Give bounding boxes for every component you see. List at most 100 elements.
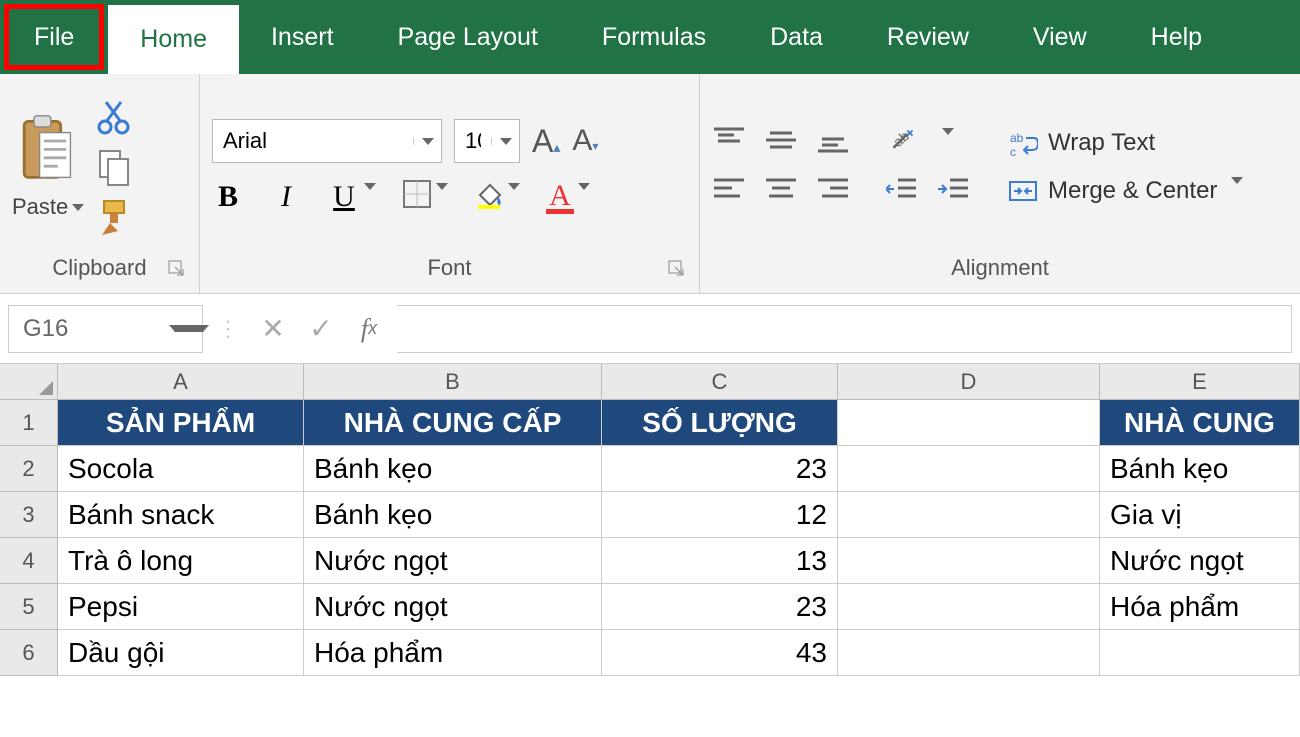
cell[interactable] (838, 400, 1100, 446)
align-right-icon[interactable] (816, 176, 850, 207)
font-name-box[interactable] (212, 119, 442, 163)
orientation-dropdown-icon[interactable] (938, 135, 954, 149)
formula-input[interactable] (397, 305, 1292, 353)
cell[interactable]: SẢN PHẨM (58, 400, 304, 446)
tab-insert[interactable]: Insert (239, 0, 366, 74)
align-top-icon[interactable] (712, 127, 746, 158)
shrink-font-icon[interactable]: A▾ (572, 124, 598, 158)
col-header-C[interactable]: C (602, 364, 838, 399)
col-header-E[interactable]: E (1100, 364, 1300, 399)
cell[interactable]: SỐ LƯỢNG (602, 400, 838, 446)
cell[interactable]: Gia vị (1100, 492, 1300, 538)
paste-button[interactable]: Paste (12, 194, 84, 220)
column-headers: A B C D E (0, 364, 1300, 400)
cut-icon[interactable] (96, 97, 136, 137)
tab-file[interactable]: File (4, 4, 104, 70)
italic-button[interactable]: I (270, 180, 302, 214)
row-header[interactable]: 4 (0, 538, 58, 584)
group-font: A▴ A▾ B I U A Font (200, 74, 700, 293)
tab-review[interactable]: Review (855, 0, 1001, 74)
cell[interactable] (838, 584, 1100, 630)
font-color-button[interactable]: A (546, 179, 590, 214)
tab-formulas[interactable]: Formulas (570, 0, 738, 74)
name-box-dropdown-icon[interactable] (174, 325, 202, 332)
cell[interactable]: Bánh kẹo (1100, 446, 1300, 492)
cell[interactable]: 43 (602, 630, 838, 676)
cell[interactable]: Trà ô long (58, 538, 304, 584)
tab-view[interactable]: View (1001, 0, 1119, 74)
font-name-input[interactable] (213, 121, 413, 161)
name-box[interactable]: G16 (8, 305, 203, 353)
tab-page-layout[interactable]: Page Layout (366, 0, 570, 74)
tab-help[interactable]: Help (1119, 0, 1234, 74)
grow-font-icon[interactable]: A▴ (532, 123, 560, 160)
ribbon-body: Paste Clipboard A▴ A▾ B (0, 74, 1300, 294)
cell[interactable]: Nước ngọt (1100, 538, 1300, 584)
underline-button[interactable]: U (328, 180, 376, 214)
cell[interactable]: 23 (602, 446, 838, 492)
orientation-icon[interactable]: ab (886, 127, 920, 158)
border-button[interactable] (402, 179, 448, 214)
cell[interactable]: 23 (602, 584, 838, 630)
cell[interactable]: Bánh snack (58, 492, 304, 538)
align-center-icon[interactable] (764, 176, 798, 207)
row-header[interactable]: 6 (0, 630, 58, 676)
col-header-D[interactable]: D (838, 364, 1100, 399)
merge-dropdown-icon[interactable] (1227, 184, 1243, 198)
cell[interactable]: Bánh kẹo (304, 492, 602, 538)
increase-indent-icon[interactable] (938, 176, 972, 207)
tab-data[interactable]: Data (738, 0, 855, 74)
merge-center-button[interactable]: Merge & Center (1008, 176, 1243, 206)
cell[interactable]: Nước ngọt (304, 584, 602, 630)
table-row: 5 Pepsi Nước ngọt 23 Hóa phẩm (0, 584, 1300, 630)
cancel-formula-icon[interactable]: ✕ (253, 309, 293, 349)
separator-icon: ⋮ (211, 316, 245, 342)
cell[interactable]: 12 (602, 492, 838, 538)
fx-icon[interactable]: fx (349, 309, 389, 349)
bold-button[interactable]: B (212, 180, 244, 214)
align-middle-icon[interactable] (764, 127, 798, 158)
cell[interactable]: Socola (58, 446, 304, 492)
wrap-text-icon: abc (1008, 128, 1038, 158)
font-size-input[interactable] (455, 121, 491, 161)
decrease-indent-icon[interactable] (886, 176, 920, 207)
cell[interactable] (838, 538, 1100, 584)
tab-home[interactable]: Home (108, 0, 239, 74)
font-launcher-icon[interactable] (667, 259, 687, 279)
align-bottom-icon[interactable] (816, 127, 850, 158)
cell[interactable]: Pepsi (58, 584, 304, 630)
cell[interactable]: Dầu gội (58, 630, 304, 676)
row-header[interactable]: 2 (0, 446, 58, 492)
row-header[interactable]: 5 (0, 584, 58, 630)
cell[interactable]: Hóa phẩm (304, 630, 602, 676)
cell[interactable]: 13 (602, 538, 838, 584)
wrap-text-button[interactable]: abc Wrap Text (1008, 128, 1243, 158)
accept-formula-icon[interactable]: ✓ (301, 309, 341, 349)
fill-color-button[interactable] (474, 179, 520, 214)
cell[interactable]: Bánh kẹo (304, 446, 602, 492)
table-row: 6 Dầu gội Hóa phẩm 43 (0, 630, 1300, 676)
cell[interactable] (838, 492, 1100, 538)
paste-icon[interactable] (18, 113, 78, 188)
row-header[interactable]: 1 (0, 400, 58, 446)
cell[interactable] (1100, 630, 1300, 676)
col-header-B[interactable]: B (304, 364, 602, 399)
table-row: 4 Trà ô long Nước ngọt 13 Nước ngọt (0, 538, 1300, 584)
cell[interactable]: NHÀ CUNG (1100, 400, 1300, 446)
cell[interactable]: Nước ngọt (304, 538, 602, 584)
clipboard-launcher-icon[interactable] (167, 259, 187, 279)
font-size-dropdown-icon[interactable] (491, 138, 519, 145)
copy-icon[interactable] (96, 147, 136, 187)
format-painter-icon[interactable] (96, 197, 136, 237)
cell[interactable]: NHÀ CUNG CẤP (304, 400, 602, 446)
cell[interactable]: Hóa phẩm (1100, 584, 1300, 630)
select-all-corner[interactable] (0, 364, 58, 399)
font-size-box[interactable] (454, 119, 520, 163)
col-header-A[interactable]: A (58, 364, 304, 399)
group-alignment: ab abc Wrap Text Merge & Center (700, 74, 1300, 293)
align-left-icon[interactable] (712, 176, 746, 207)
cell[interactable] (838, 630, 1100, 676)
cell[interactable] (838, 446, 1100, 492)
font-name-dropdown-icon[interactable] (413, 138, 441, 145)
row-header[interactable]: 3 (0, 492, 58, 538)
